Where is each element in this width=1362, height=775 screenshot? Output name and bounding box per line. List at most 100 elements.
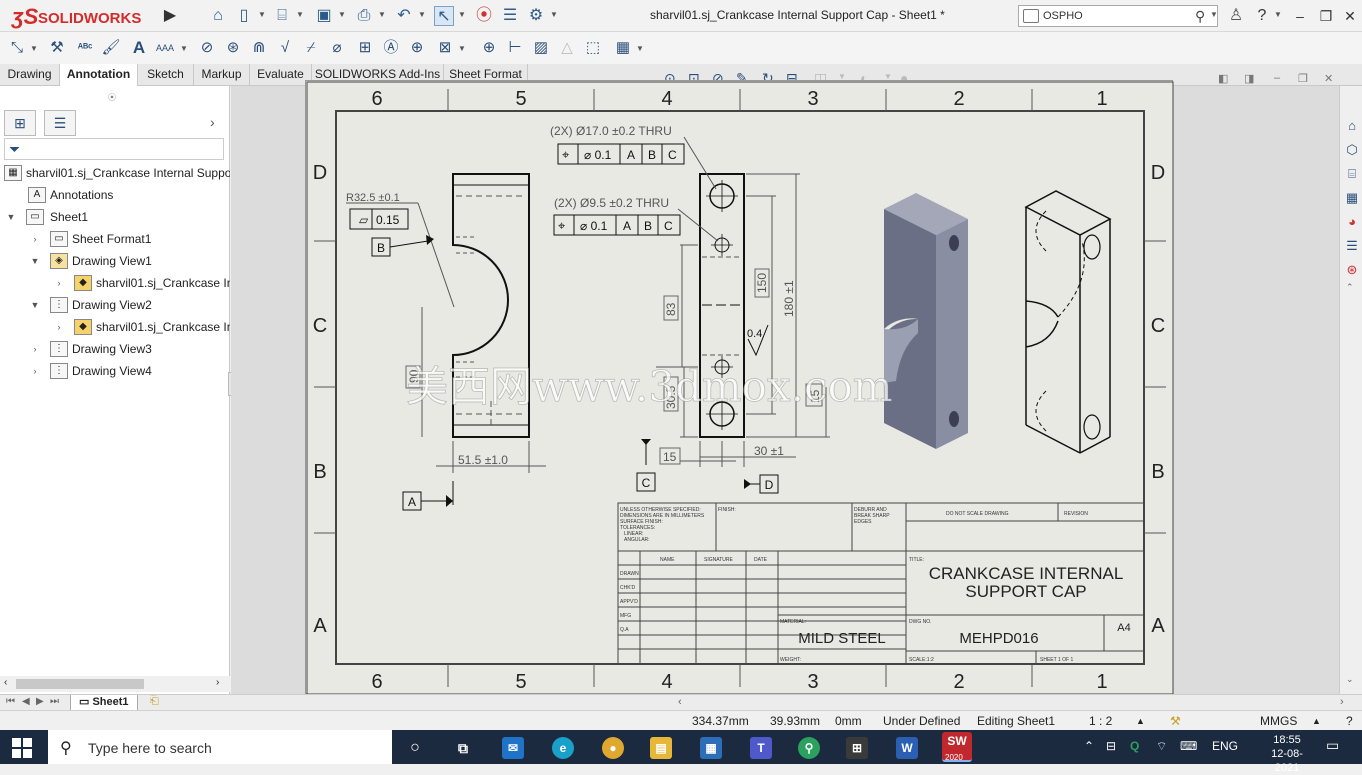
file-explorer-icon[interactable]: ▤ <box>650 737 672 759</box>
restore-icon[interactable]: ❐ <box>1314 6 1338 26</box>
tree-item-drawing-view4[interactable]: › ⋮ Drawing View4 <box>0 360 230 382</box>
units-dropdown-icon[interactable]: ▲ <box>1312 716 1321 726</box>
scroll-right-icon[interactable]: › <box>1340 696 1344 708</box>
calculator-icon[interactable]: ▦ <box>700 737 722 759</box>
tb-title-line2[interactable]: SUPPORT CAP <box>965 582 1086 601</box>
new-document-icon[interactable]: ▯ <box>234 6 254 26</box>
panel-grip-icon[interactable]: ⦿ <box>108 92 116 103</box>
filter-box[interactable]: ⏷ <box>4 138 224 160</box>
select-cursor-icon[interactable]: ↖ <box>434 6 454 26</box>
datum-target-icon[interactable]: ⊕ <box>406 38 428 58</box>
expand-toggle-icon[interactable]: › <box>54 272 64 294</box>
tab-evaluate[interactable]: Evaluate <box>250 64 312 86</box>
scroll-left-icon[interactable]: ‹ <box>4 677 7 688</box>
search-input[interactable] <box>1043 8 1193 24</box>
rebuild-status-icon[interactable]: ⚒ <box>1170 714 1181 728</box>
model-items-icon[interactable]: ⚒ <box>46 38 68 58</box>
tree-item-sheet1[interactable]: ▼ ▭ Sheet1 <box>0 206 230 228</box>
surface-roughness-value[interactable]: 0.4 <box>747 328 762 340</box>
user-icon[interactable]: ♙ <box>1226 6 1246 26</box>
tab-markup[interactable]: Markup <box>194 64 250 86</box>
chevron-down-icon[interactable]: ▼ <box>418 10 426 20</box>
doc-restore-icon[interactable]: ❐ <box>1298 72 1308 85</box>
tree-item-drawing-view3[interactable]: › ⋮ Drawing View3 <box>0 338 230 360</box>
revision-cloud-icon[interactable]: ⬚ <box>582 38 604 58</box>
chrome-icon[interactable]: ● <box>602 737 624 759</box>
chevron-right-icon[interactable]: › <box>210 114 215 130</box>
chevron-down-icon[interactable]: ▼ <box>550 10 558 20</box>
chevron-down-icon[interactable]: ▼ <box>296 10 304 20</box>
save-icon[interactable]: ▣ <box>314 6 334 26</box>
area-hatch-icon[interactable]: ▨ <box>530 38 552 58</box>
doc-minimize-icon[interactable]: – <box>1274 72 1280 84</box>
solidworks-resources-icon[interactable]: ⌂ <box>1342 116 1362 136</box>
chevron-down-icon[interactable]: ▼ <box>458 44 466 54</box>
custom-properties-icon[interactable]: ☰ <box>1342 236 1362 256</box>
expand-toggle-icon[interactable]: › <box>30 338 40 360</box>
chevron-down-icon[interactable]: ▼ <box>636 44 644 54</box>
solidworks-taskbar-icon[interactable]: SW 2020 <box>942 732 972 762</box>
view-palette-icon[interactable]: ▦ <box>1342 188 1362 208</box>
tree-item-drawing-view1[interactable]: ▼ ◈ Drawing View1 <box>0 250 230 272</box>
tree-item-drawing-view2[interactable]: ▼ ⋮ Drawing View2 <box>0 294 230 316</box>
filter-icon[interactable]: ⏷ <box>9 141 20 158</box>
gear-icon[interactable]: ⚙ <box>526 6 546 26</box>
magnetic-line-icon[interactable]: ⋒ <box>248 38 270 58</box>
spell-checker-icon[interactable]: ᴬᴮᶜ <box>74 38 96 58</box>
blocks-icon[interactable]: ⊠ <box>434 38 456 58</box>
edge-icon[interactable]: e <box>552 737 574 759</box>
scroll-down-icon[interactable]: ⌄ <box>1346 674 1354 685</box>
previous-sheet-icon[interactable]: ◀ <box>22 696 30 707</box>
tree-item-part-view1[interactable]: › ◆ sharvil01.sj_Crankcase Int <box>0 272 230 294</box>
tray-wifi-icon[interactable]: ⌔ <box>1156 739 1167 754</box>
balloon-icon[interactable]: ⊘ <box>196 38 218 58</box>
scale-dropdown-icon[interactable]: ▲ <box>1136 716 1145 726</box>
centerline-icon[interactable]: ⊢ <box>504 38 526 58</box>
tb-size[interactable]: A4 <box>1117 622 1130 634</box>
scrollbar-thumb[interactable] <box>16 679 144 689</box>
dim-30[interactable]: 30 ±1 <box>754 444 784 458</box>
print-icon[interactable]: ⎙ <box>354 6 374 26</box>
expand-toggle-icon[interactable]: › <box>30 360 40 382</box>
next-sheet-icon[interactable]: ▶ <box>36 696 44 707</box>
tray-chevron-up-icon[interactable]: ⌃ <box>1084 739 1094 753</box>
chevron-down-icon[interactable]: ▼ <box>258 10 266 20</box>
chevron-down-icon[interactable]: ▼ <box>1210 10 1218 20</box>
linear-note-pattern-icon[interactable]: AAA <box>154 38 176 58</box>
expand-toggle-icon[interactable]: › <box>30 228 40 250</box>
tree-root[interactable]: ▦ sharvil01.sj_Crankcase Internal Suppor <box>0 162 230 184</box>
taskbar-clock[interactable]: 18:55 12-08-2021 <box>1262 733 1312 775</box>
tray-keyboard-icon[interactable]: ⌨ <box>1180 739 1197 753</box>
scroll-left-icon[interactable]: ‹ <box>678 696 682 708</box>
status-units[interactable]: MMGS <box>1260 714 1297 728</box>
appearances-icon[interactable]: ◕ <box>1342 212 1362 232</box>
scroll-up-icon[interactable]: ⌃ <box>1346 282 1354 293</box>
geometric-tolerance-icon[interactable]: ⊞ <box>354 38 376 58</box>
center-mark-icon[interactable]: ⊕ <box>478 38 500 58</box>
chevron-down-icon[interactable]: ▼ <box>1274 10 1282 20</box>
note-icon[interactable]: A <box>128 38 150 58</box>
dim-15-horizontal[interactable]: 15 <box>663 450 677 464</box>
auto-balloon-icon[interactable]: ⊛ <box>222 38 244 58</box>
dim-180[interactable]: 180 ±1 <box>782 280 796 317</box>
doc-close-icon[interactable]: ✕ <box>1324 72 1333 85</box>
tree-horizontal-scrollbar[interactable]: ‹ › <box>0 676 230 692</box>
tile-right-icon[interactable]: ◨ <box>1244 72 1254 85</box>
expand-toggle-icon[interactable]: ▼ <box>6 206 16 228</box>
tree-item-sheet-format1[interactable]: › ▭ Sheet Format1 <box>0 228 230 250</box>
file-explorer-icon[interactable]: ⌸ <box>1342 164 1362 184</box>
tile-left-icon[interactable]: ◧ <box>1218 72 1228 85</box>
windows-start-icon[interactable] <box>12 738 32 758</box>
expand-toggle-icon[interactable]: ▼ <box>30 294 40 316</box>
hole-callout-large[interactable]: (2X) Ø17.0 ±0.2 THRU <box>550 124 672 138</box>
format-painter-icon[interactable]: 🖌 <box>100 38 122 58</box>
datum-feature-icon[interactable]: Ⓐ <box>380 38 402 58</box>
sheet-tab-sheet1[interactable]: ▭ Sheet1 <box>70 695 138 711</box>
tab-drawing[interactable]: Drawing <box>0 64 60 86</box>
search-commands-box[interactable]: ⚲ <box>1018 5 1218 27</box>
first-sheet-icon[interactable]: ⏮ <box>6 696 15 707</box>
tray-network-status-icon[interactable]: ⊟ <box>1106 739 1116 753</box>
solidworks-forum-icon[interactable]: ⊛ <box>1342 260 1362 280</box>
open-folder-icon[interactable]: ⌸ <box>272 6 292 26</box>
hole-callout-icon[interactable]: ⌀ <box>326 38 348 58</box>
